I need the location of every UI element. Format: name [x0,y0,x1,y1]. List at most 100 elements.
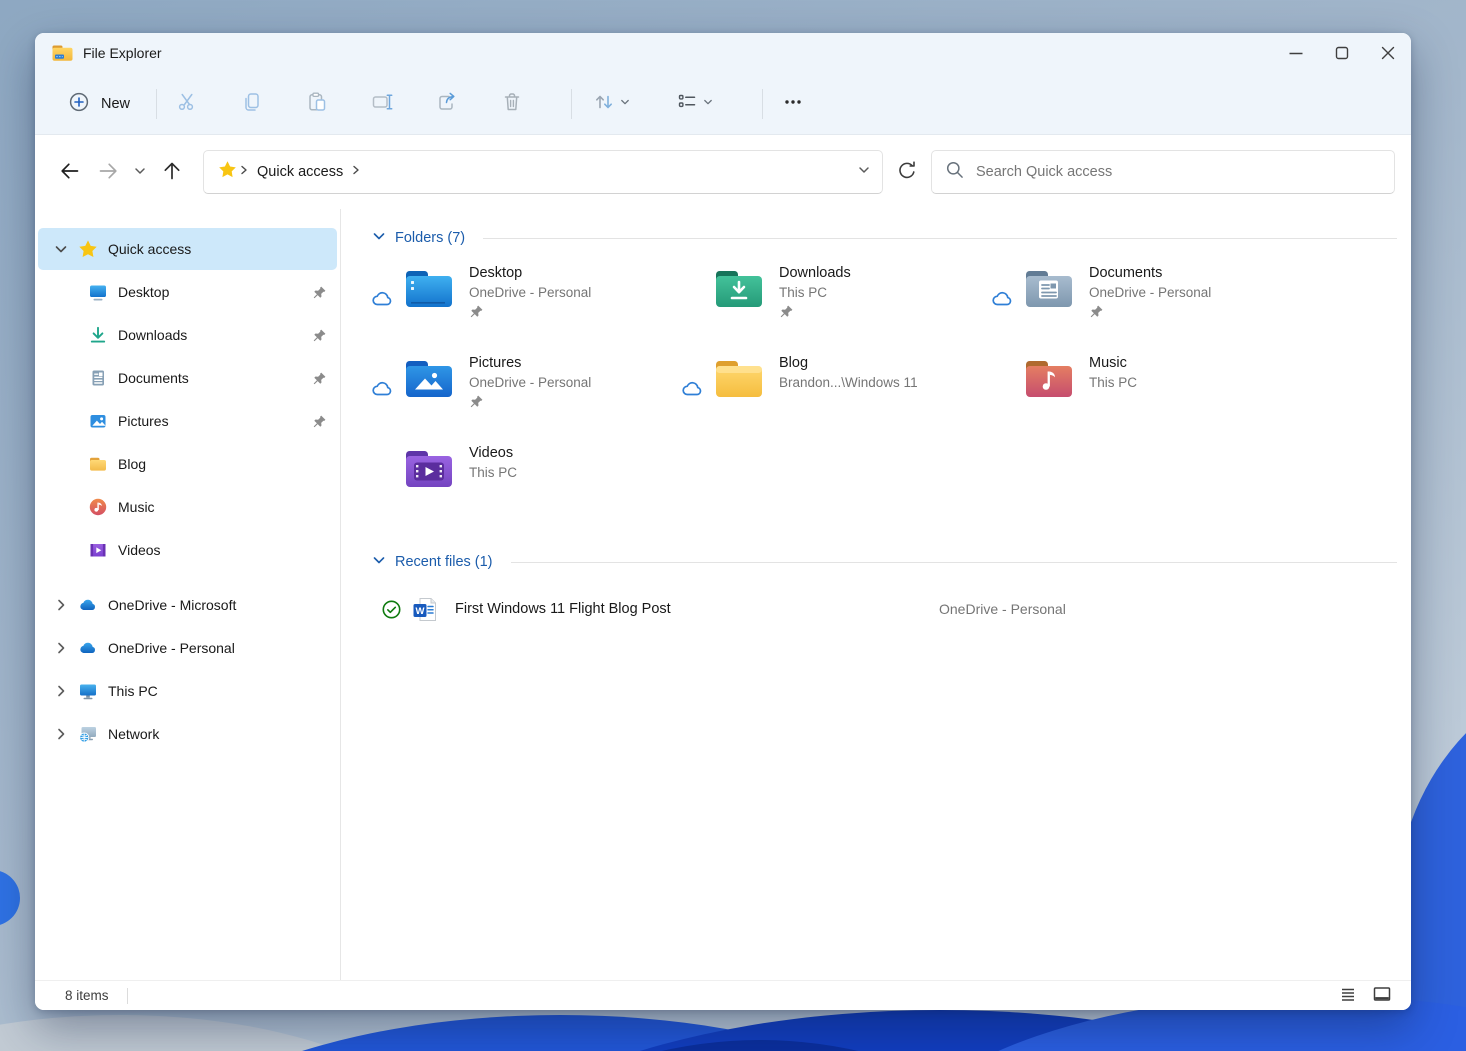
folder-location: This PC [469,465,518,480]
folder-tile-music[interactable]: Music This PC [991,353,1301,425]
pin-icon [1089,304,1211,319]
folder-name: Music [1089,355,1127,371]
new-button-label: New [101,95,131,112]
desktop-icon [88,282,108,302]
address-dropdown-icon[interactable] [856,162,872,183]
paste-button[interactable] [297,85,337,123]
forward-arrow-icon [96,159,120,186]
folder-name: Pictures [469,355,522,371]
large-icons-view-button[interactable] [1369,984,1395,1008]
pin-icon [312,414,327,429]
sidebar-item-label: OneDrive - Personal [108,640,235,656]
rename-icon [370,90,394,117]
sidebar-item-blog[interactable]: Blog [38,443,337,485]
folders-section-title[interactable]: Folders (7) [395,230,465,246]
folder-plain-icon [713,357,765,401]
view-button[interactable] [665,85,723,123]
sidebar-item-this-pc[interactable]: This PC [38,670,337,712]
sort-button[interactable] [582,85,640,123]
cut-button[interactable] [167,85,207,123]
folder-tile-blog[interactable]: Blog Brandon...\Windows 11 [681,353,991,425]
chevron-right-icon[interactable] [50,683,72,699]
sort-icon [592,90,616,117]
sidebar-item-label: Documents [118,370,189,386]
chevron-right-icon[interactable] [50,640,72,656]
view-toggles [1335,984,1395,1008]
up-button[interactable] [153,154,191,190]
maximize-button[interactable] [1319,33,1365,73]
up-arrow-icon [160,159,184,186]
chevron-down-icon [132,163,148,182]
folder-tile-documents[interactable]: Documents OneDrive - Personal [991,263,1301,335]
folder-tile-pictures[interactable]: Pictures OneDrive - Personal [371,353,681,425]
sidebar-item-onedrive-microsoft[interactable]: OneDrive - Microsoft [38,584,337,626]
sidebar-item-label: Downloads [118,327,188,343]
cloud-slot-empty [681,263,713,335]
chevron-right-icon[interactable] [50,597,72,613]
pictures-icon [88,411,108,431]
folder-tile-desktop[interactable]: Desktop OneDrive - Personal [371,263,681,335]
copy-button[interactable] [232,85,272,123]
refresh-button[interactable] [887,154,927,190]
sidebar-item-documents[interactable]: Documents [38,357,337,399]
delete-button[interactable] [492,85,532,123]
share-button[interactable] [427,85,467,123]
sync-status-check-icon [381,599,411,620]
breadcrumb-quick-access[interactable]: Quick access [257,164,343,180]
sidebar-item-label: Videos [118,542,161,558]
forward-button[interactable] [89,154,127,190]
status-divider [126,987,128,1004]
music-icon [88,497,108,517]
recent-files-section-title[interactable]: Recent files (1) [395,554,493,570]
sidebar-item-network[interactable]: Network [38,713,337,755]
search-icon [944,159,966,186]
sidebar-item-label: Music [118,499,155,515]
sidebar-item-desktop[interactable]: Desktop [38,271,337,313]
see-more-button[interactable] [773,85,813,123]
tile-text: Videos This PC [469,443,517,515]
sidebar-item-downloads[interactable]: Downloads [38,314,337,356]
search-input[interactable] [976,164,1382,180]
folder-name: Videos [469,445,514,461]
onedrive-sync-cloud-icon [991,263,1023,335]
navigation-pane: Quick access Desktop Downloads Documents Pic… [35,209,341,980]
folder-tile-videos[interactable]: Videos This PC [371,443,681,515]
folder-desktop-icon [403,267,455,311]
details-view-button[interactable] [1335,984,1361,1008]
recent-file-name: First Windows 11 Flight Blog Post [455,601,671,617]
recent-locations-button[interactable] [127,154,153,190]
folder-name: Documents [1089,265,1163,281]
star-icon [218,160,237,184]
sidebar-item-videos[interactable]: Videos [38,529,337,571]
recent-file-row[interactable]: W First Windows 11 Flight Blog Post OneDri… [371,587,1401,631]
collapse-chevron-icon[interactable] [371,552,387,573]
search-box[interactable] [931,150,1395,194]
sidebar-item-label: Blog [118,456,147,472]
folder-tile-downloads[interactable]: Downloads This PC [681,263,991,335]
rename-button[interactable] [362,85,402,123]
paste-icon [305,90,329,117]
sidebar-item-onedrive-personal[interactable]: OneDrive - Personal [38,627,337,669]
chevron-right-icon[interactable] [50,726,72,742]
sidebar-item-pictures[interactable]: Pictures [38,400,337,442]
toolbar-divider [571,88,573,119]
tile-text: Blog Brandon...\Windows 11 [779,353,918,425]
share-icon [435,90,459,117]
view-icon [675,90,699,117]
file-explorer-window: File Explorer New Quick access Search Qu… [35,33,1411,1010]
minimize-button[interactable] [1273,33,1319,73]
folder-location: This PC [779,285,828,300]
onedrive-sync-cloud-icon [681,353,713,425]
close-button[interactable] [1365,33,1411,73]
breadcrumb-chevron-icon[interactable] [349,163,363,182]
sidebar-item-quick-access[interactable]: Quick access [38,228,337,270]
pin-icon [312,285,327,300]
sidebar-item-label: Desktop [118,284,170,300]
chevron-down-icon[interactable] [50,241,72,257]
sidebar-item-music[interactable]: Music [38,486,337,528]
collapse-chevron-icon[interactable] [371,228,387,249]
new-button[interactable]: New [55,83,142,125]
address-bar[interactable]: Quick access [203,150,883,194]
title-bar: File Explorer [35,33,1411,73]
back-button[interactable] [51,154,89,190]
